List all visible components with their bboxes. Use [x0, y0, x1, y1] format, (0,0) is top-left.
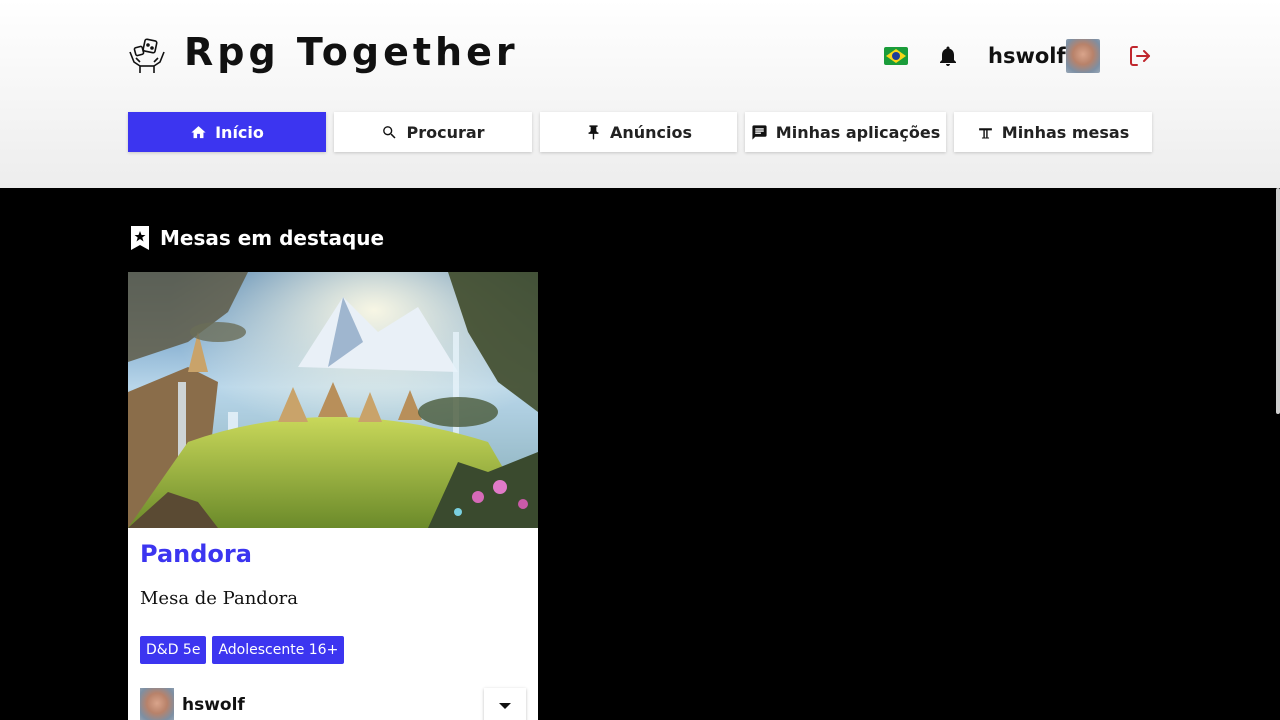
pin-icon	[588, 124, 599, 140]
nav-procurar-label: Procurar	[406, 122, 485, 142]
owner-avatar[interactable]	[140, 688, 174, 720]
nav-procurar-button[interactable]: Procurar	[334, 112, 532, 152]
section-title: Mesas em destaque	[128, 224, 384, 252]
brazil-flag-icon[interactable]	[884, 47, 908, 65]
search-icon	[383, 125, 396, 139]
nav-inicio-button[interactable]: Início	[128, 112, 326, 152]
nav-minhas-mesas-button[interactable]: Minhas mesas	[954, 112, 1152, 152]
expand-button[interactable]	[484, 688, 526, 720]
dice-hands-logo-icon[interactable]	[128, 36, 166, 74]
header: Rpg Together hswolf Início Procurar Anún…	[0, 0, 1280, 188]
tag-system: D&D 5e	[140, 636, 207, 664]
avatar[interactable]	[1066, 39, 1100, 73]
message-icon	[752, 124, 767, 140]
scrollbar[interactable]	[1276, 188, 1280, 414]
card-description: Mesa de Pandora	[140, 588, 298, 609]
tag-age-rating: Adolescente 16+	[212, 636, 345, 664]
section-title-label: Mesas em destaque	[160, 226, 385, 250]
bookmark-star-icon	[131, 226, 149, 250]
brand-title[interactable]: Rpg Together	[184, 30, 519, 74]
card-title[interactable]: Pandora	[140, 540, 252, 568]
nav-anuncios-label: Anúncios	[609, 122, 693, 142]
card-image[interactable]	[128, 272, 538, 528]
chevron-down-icon	[499, 703, 511, 709]
bell-icon[interactable]	[936, 44, 960, 68]
nav-anuncios-button[interactable]: Anúncios	[540, 112, 737, 152]
nav-minhas-aplicacoes-button[interactable]: Minhas aplicações	[745, 112, 946, 152]
table-icon	[978, 127, 992, 139]
username[interactable]: hswolf	[988, 44, 1066, 68]
tag-list: D&D 5e Adolescente 16+	[140, 636, 345, 664]
nav-minhas-mesas-label: Minhas mesas	[1001, 122, 1130, 142]
home-icon	[191, 125, 206, 138]
fantasy-landscape-image	[128, 272, 538, 528]
table-card[interactable]: Pandora Mesa de Pandora D&D 5e Adolescen…	[128, 272, 538, 720]
nav-minhas-aplicacoes-label: Minhas aplicações	[775, 122, 941, 142]
logout-icon[interactable]	[1128, 44, 1152, 68]
nav-inicio-label: Início	[215, 122, 264, 142]
owner-name[interactable]: hswolf	[182, 695, 245, 715]
